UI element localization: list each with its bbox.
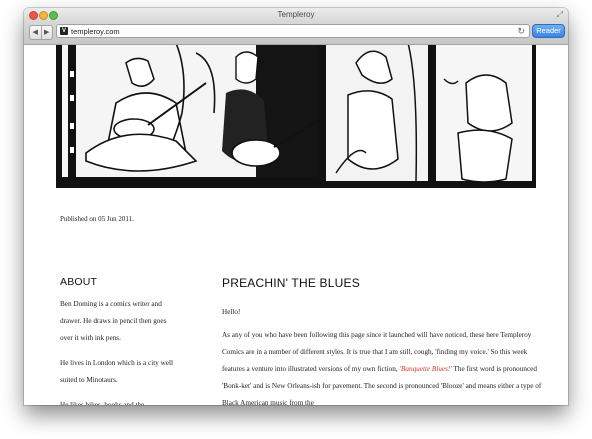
sidebar-paragraph: He likes bikes, books and the xyxy=(60,401,145,405)
reader-button[interactable]: Reader xyxy=(532,24,565,38)
favicon-icon: V xyxy=(60,27,68,35)
sidebar-paragraph: Ben Doming is a comics writer and drawer… xyxy=(60,300,167,342)
back-icon[interactable]: ◀ xyxy=(30,26,41,39)
post-body: As any of you who have been following th… xyxy=(222,327,542,405)
forward-icon[interactable]: ▶ xyxy=(42,26,53,39)
sidebar-paragraph: He lives in London which is a city well … xyxy=(60,359,173,384)
comic-strip-image xyxy=(56,45,536,188)
minimize-window-button[interactable] xyxy=(39,11,48,20)
zoom-window-button[interactable] xyxy=(49,11,58,20)
window-title: Templeroy xyxy=(277,10,315,19)
post-title: PREACHIN' THE BLUES xyxy=(222,276,360,290)
close-window-button[interactable] xyxy=(29,11,38,20)
reload-icon[interactable]: ↻ xyxy=(517,25,525,37)
navigation-buttons: ◀ ▶ xyxy=(29,25,53,40)
page-content: Published on 05 Jun 2011. ABOUT Ben Domi… xyxy=(24,45,568,405)
browser-toolbar: ◀ ▶ V templeroy.com ↻ Reader xyxy=(24,21,568,45)
sidebar-title: ABOUT xyxy=(60,276,98,288)
published-date: Published on 05 Jun 2011. xyxy=(60,215,134,223)
url-text[interactable]: templeroy.com xyxy=(71,26,120,37)
address-bar[interactable]: V templeroy.com ↻ xyxy=(56,24,530,38)
fullscreen-icon[interactable]: ⤢ xyxy=(557,10,563,19)
title-bar: Templeroy ⤢ xyxy=(24,8,568,21)
browser-window: Templeroy ⤢ ◀ ▶ V templeroy.com ↻ Reader xyxy=(24,8,568,405)
post-greeting: Hello! xyxy=(222,308,241,316)
story-link[interactable]: 'Banquette Blues!' xyxy=(399,365,451,373)
